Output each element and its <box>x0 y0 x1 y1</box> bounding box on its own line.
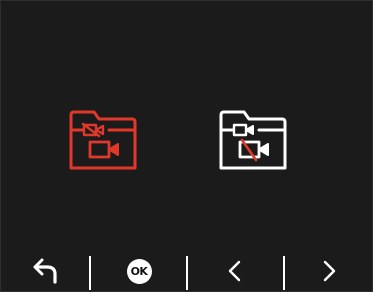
locked-video-folder-icon <box>69 110 137 170</box>
unlock-video-folder-icon <box>219 110 287 170</box>
divider <box>89 256 91 290</box>
return-arrow-icon <box>33 258 57 284</box>
chevron-right-icon <box>323 260 336 282</box>
next-button[interactable] <box>284 249 372 291</box>
back-button[interactable] <box>1 249 91 291</box>
ok-label: OK <box>126 258 152 284</box>
camera-menu-screen: OK <box>0 0 373 292</box>
ok-button[interactable]: OK <box>92 249 186 291</box>
chevron-left-icon <box>228 260 241 282</box>
unlock-video-folder-button[interactable] <box>218 109 288 171</box>
locked-video-folder-button[interactable] <box>68 109 138 171</box>
previous-button[interactable] <box>187 249 283 291</box>
bottom-nav-bar: OK <box>1 249 372 291</box>
